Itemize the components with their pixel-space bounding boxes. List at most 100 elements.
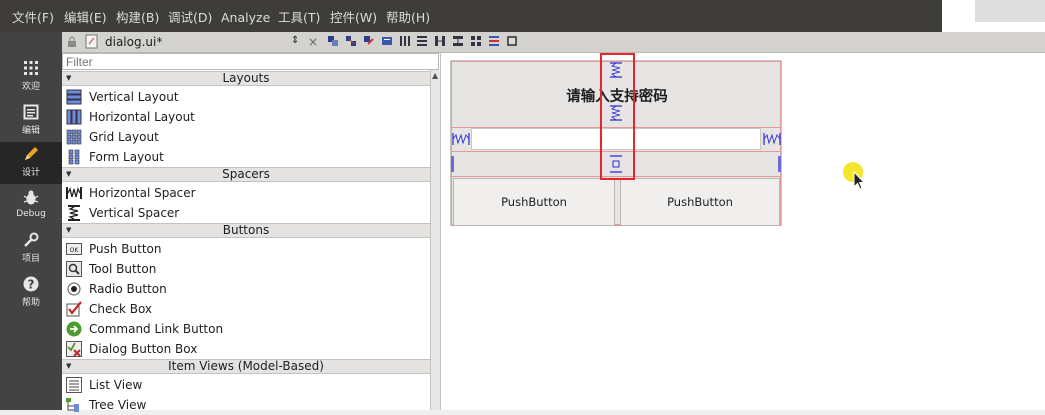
menu-edit[interactable]: 编辑(E) <box>64 10 107 26</box>
push-button-left[interactable]: PushButton <box>453 178 615 226</box>
mode-sidebar: 欢迎 编辑 设计 Debug 项目 ? 帮助 <box>0 32 62 410</box>
edit-buddies-icon[interactable] <box>364 36 374 46</box>
widget-command-link-button[interactable]: Command Link Button <box>62 319 430 339</box>
project-wrench-icon <box>24 232 39 247</box>
category-label: Layouts <box>222 71 270 85</box>
widget-label: Radio Button <box>89 282 167 296</box>
widget-label: Command Link Button <box>89 322 224 336</box>
file-selector-arrows[interactable]: ⇕ <box>291 35 299 46</box>
ui-file-icon <box>85 34 98 49</box>
mode-debug[interactable]: Debug <box>0 186 62 228</box>
vertical-layout-icon <box>66 89 82 105</box>
horizontal-layout-icon <box>66 109 82 125</box>
layout-grid-icon[interactable] <box>489 36 499 46</box>
widget-vertical-layout[interactable]: Vertical Layout <box>62 87 430 107</box>
widget-dialog-button-box[interactable]: Dialog Button Box <box>62 339 430 359</box>
widget-horizontal-spacer[interactable]: Horizontal Spacer <box>62 183 430 203</box>
welcome-grid-icon <box>24 61 38 75</box>
widget-label: Vertical Spacer <box>89 206 180 220</box>
break-layout-icon[interactable] <box>507 36 517 46</box>
widget-label: Horizontal Layout <box>89 110 195 124</box>
layout-handle-left <box>451 156 454 172</box>
layout-handle-right <box>778 156 781 172</box>
layout-h-splitter-icon[interactable] <box>435 36 445 46</box>
overlay-window-corner <box>942 0 1045 32</box>
widget-box: ▼ Layouts Vertical Layout Horizontal Lay… <box>62 53 440 412</box>
mode-design[interactable]: 设计 <box>0 142 62 184</box>
menu-tools[interactable]: 工具(T) <box>278 10 320 26</box>
mode-edit-label: 编辑 <box>21 126 40 136</box>
layout-vertical-icon[interactable] <box>417 36 427 46</box>
mode-projects[interactable]: 项目 <box>0 228 62 270</box>
debug-bug-icon <box>23 190 39 205</box>
menu-build[interactable]: 构建(B) <box>116 10 159 26</box>
widget-horizontal-layout[interactable]: Horizontal Layout <box>62 107 430 127</box>
mode-edit[interactable]: 编辑 <box>0 100 62 142</box>
widget-label: Vertical Layout <box>89 90 179 104</box>
category-label: Spacers <box>222 167 270 181</box>
menu-debug[interactable]: 调试(D) <box>168 10 212 26</box>
horizontal-spacer-right-icon[interactable] <box>763 132 781 146</box>
edit-document-icon <box>23 104 39 120</box>
widget-label: Horizontal Spacer <box>89 186 196 200</box>
menu-bar: 文件(F) 编辑(E) 构建(B) 调试(D) Analyze 工具(T) 控件… <box>0 0 1045 32</box>
edit-widgets-icon[interactable] <box>328 36 338 46</box>
command-link-icon <box>66 321 82 337</box>
open-file-name[interactable]: dialog.ui* <box>105 35 162 49</box>
menu-widgets[interactable]: 控件(W) <box>330 10 377 26</box>
layout-form-icon[interactable] <box>471 36 481 46</box>
design-pencil-icon <box>25 147 38 160</box>
widget-box-scrollbar[interactable]: ▲ <box>430 70 440 410</box>
overlay-window-inner <box>975 0 1045 22</box>
scroll-up-arrow-icon[interactable]: ▲ <box>432 71 438 80</box>
widget-tool-button[interactable]: Tool Button <box>62 259 430 279</box>
horizontal-spacer-icon <box>66 187 82 199</box>
widget-push-button[interactable]: OK Push Button <box>62 239 430 259</box>
radio-button-icon <box>67 282 81 296</box>
tree-view-icon <box>66 398 79 412</box>
edit-signals-icon[interactable] <box>346 36 356 46</box>
widget-grid-layout[interactable]: Grid Layout <box>62 127 430 147</box>
menu-analyze[interactable]: Analyze <box>221 10 270 26</box>
mode-debug-label: Debug <box>16 209 46 219</box>
mouse-cursor-icon <box>843 162 866 190</box>
widget-label: Tool Button <box>89 262 157 276</box>
mode-help[interactable]: ? 帮助 <box>0 272 62 314</box>
horizontal-spacer-left-icon[interactable] <box>452 132 470 146</box>
widget-tree-view[interactable]: Tree View <box>62 395 430 415</box>
mode-welcome[interactable]: 欢迎 <box>0 56 62 98</box>
grid-layout-icon <box>66 129 82 145</box>
category-buttons[interactable]: ▼ Buttons <box>62 223 430 238</box>
widget-label: Grid Layout <box>89 130 159 144</box>
category-item-views[interactable]: ▼ Item Views (Model-Based) <box>62 359 430 374</box>
widget-label: List View <box>89 378 143 392</box>
menu-file[interactable]: 文件(F) <box>12 10 54 26</box>
close-file-button[interactable]: × <box>308 35 318 49</box>
category-label: Buttons <box>222 223 270 237</box>
widget-check-box[interactable]: Check Box <box>62 299 430 319</box>
widget-label: Push Button <box>89 242 162 256</box>
widget-label: Dialog Button Box <box>89 342 198 356</box>
category-layouts[interactable]: ▼ Layouts <box>62 71 430 86</box>
push-button-right[interactable]: PushButton <box>620 178 780 226</box>
edit-tab-order-icon[interactable] <box>382 36 392 46</box>
lock-icon[interactable] <box>67 36 77 47</box>
category-spacers[interactable]: ▼ Spacers <box>62 167 430 182</box>
form-layout-icon <box>68 149 80 165</box>
widget-form-layout[interactable]: Form Layout <box>62 147 430 167</box>
help-question-icon: ? <box>23 276 39 292</box>
widget-vertical-spacer[interactable]: Vertical Spacer <box>62 203 430 223</box>
widget-filter-input[interactable] <box>62 53 439 70</box>
svg-text:?: ? <box>28 278 35 292</box>
tool-button-icon <box>66 261 82 277</box>
widget-label: Check Box <box>89 302 153 316</box>
category-label: Item Views (Model-Based) <box>168 359 324 373</box>
menu-help[interactable]: 帮助(H) <box>386 10 430 26</box>
mode-design-label: 设计 <box>21 168 40 178</box>
layout-horizontal-icon[interactable] <box>400 36 410 46</box>
layout-v-splitter-icon[interactable] <box>453 36 463 46</box>
widget-radio-button[interactable]: Radio Button <box>62 279 430 299</box>
widget-list-view[interactable]: List View <box>62 375 430 395</box>
widget-label: Form Layout <box>89 150 164 164</box>
check-box-icon <box>66 301 82 317</box>
